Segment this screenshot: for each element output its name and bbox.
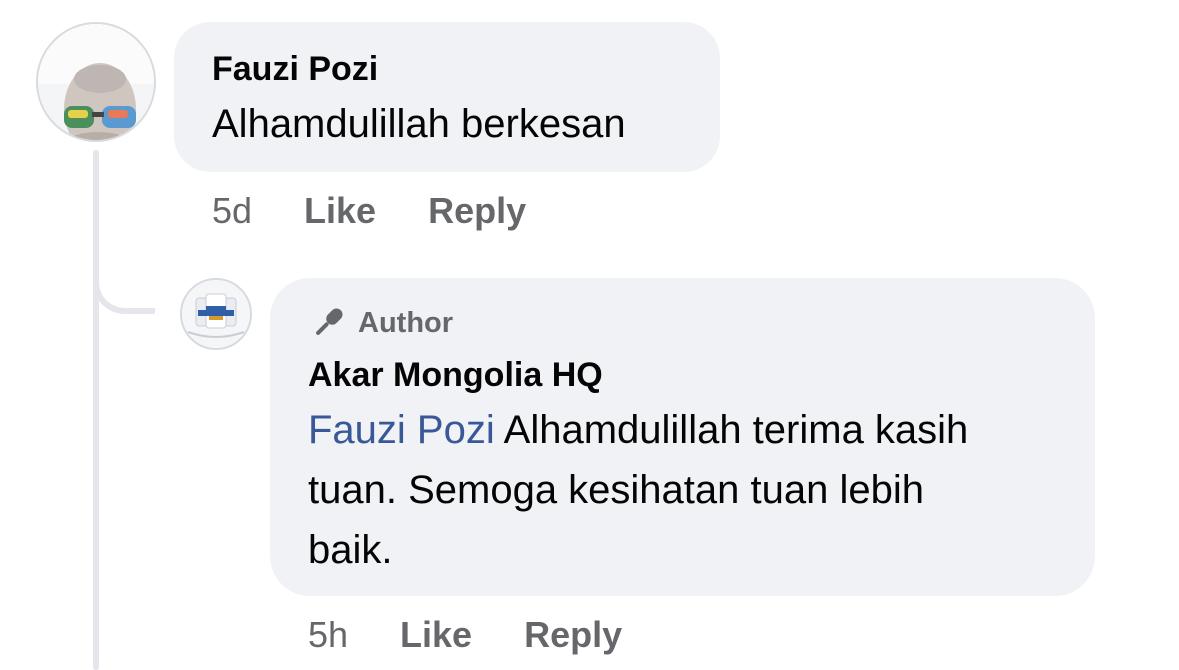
reply-button[interactable]: Reply	[428, 190, 526, 232]
comment-text: Alhamdulillah berkesan	[212, 102, 626, 146]
reply-actions: 5h Like Reply	[308, 614, 674, 656]
microphone-icon	[316, 308, 343, 335]
profile-photo-icon	[38, 24, 154, 140]
reply-text-line-3: baik.	[308, 528, 393, 572]
reply-like-button[interactable]: Like	[400, 614, 472, 656]
author-badge-label: Author	[358, 306, 454, 339]
author-badge: Author	[308, 303, 453, 343]
comment-bubble: Fauzi Pozi Alhamdulillah berkesan	[174, 22, 720, 172]
reply-text-line-1-body: Alhamdulillah terima kasih	[494, 408, 969, 452]
reply-reply-button[interactable]: Reply	[524, 614, 622, 656]
thread-connector	[93, 250, 155, 314]
reply-author[interactable]: Akar Mongolia HQ	[308, 356, 603, 395]
comment-actions: 5d Like Reply	[212, 190, 578, 232]
reply-text-line-1: Fauzi Pozi Alhamdulillah terima kasih	[308, 400, 968, 460]
avatar[interactable]	[36, 22, 156, 142]
mention-link[interactable]: Fauzi Pozi	[308, 408, 495, 452]
reply-timestamp[interactable]: 5h	[308, 614, 348, 656]
comment-author[interactable]: Fauzi Pozi	[212, 50, 378, 89]
reply-text-line-2: tuan. Semoga kesihatan tuan lebih	[308, 468, 924, 512]
like-button[interactable]: Like	[304, 190, 376, 232]
thread-line	[93, 150, 99, 670]
reply-avatar[interactable]	[180, 278, 252, 350]
product-logo-icon	[182, 280, 250, 348]
comment-timestamp[interactable]: 5d	[212, 190, 252, 232]
